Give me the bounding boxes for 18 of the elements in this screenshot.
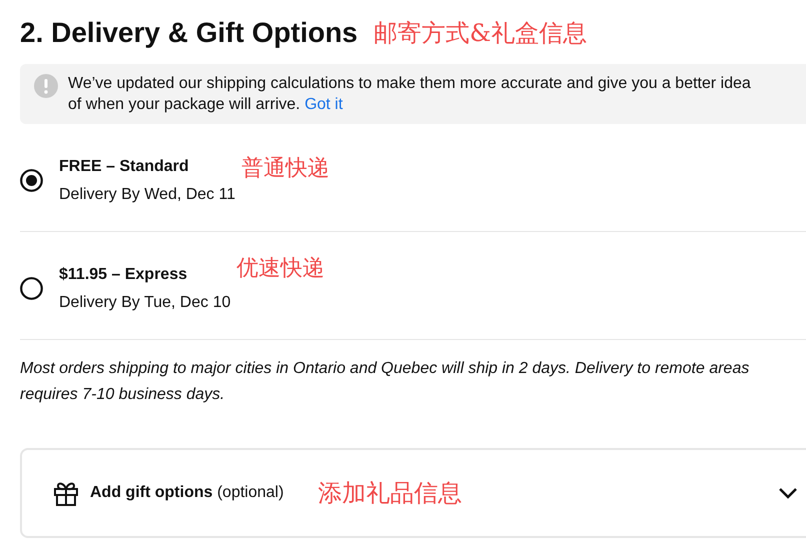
option-title: $11.95 – Express bbox=[59, 264, 188, 284]
radio-button[interactable] bbox=[20, 169, 43, 192]
annotation: 优速快递 bbox=[236, 255, 325, 283]
got-it-link[interactable]: Got it bbox=[304, 96, 343, 113]
delivery-date: Delivery By Wed, Dec 11 bbox=[59, 184, 236, 204]
option-title: FREE – Standard bbox=[59, 156, 190, 176]
delivery-date: Delivery By Tue, Dec 10 bbox=[59, 292, 231, 312]
gift-options-panel[interactable]: Add gift options (optional) 添加礼品信息 bbox=[20, 448, 806, 538]
annotation: 添加礼品信息 bbox=[318, 478, 462, 509]
notice-text: We’ve updated our shipping calculations to make them more accurate and give you a better idea of when your package will arrive. Got it bbox=[68, 74, 752, 115]
section-title: 2. Delivery & Gift Options bbox=[20, 16, 358, 50]
exclamation-icon bbox=[34, 74, 58, 98]
chevron-down-icon[interactable] bbox=[778, 487, 798, 499]
annotation: 普通快递 bbox=[241, 155, 330, 183]
annotation: 邮寄方式&礼盒信息 bbox=[374, 18, 588, 49]
shipping-note: Most orders shipping to major cities in Ontario and Quebec will ship in 2 days. Delivery to remote areas requires 7-10 business days. bbox=[20, 359, 750, 405]
radio-button[interactable] bbox=[20, 277, 43, 300]
gift-options-label: Add gift options (optional) bbox=[90, 483, 284, 503]
